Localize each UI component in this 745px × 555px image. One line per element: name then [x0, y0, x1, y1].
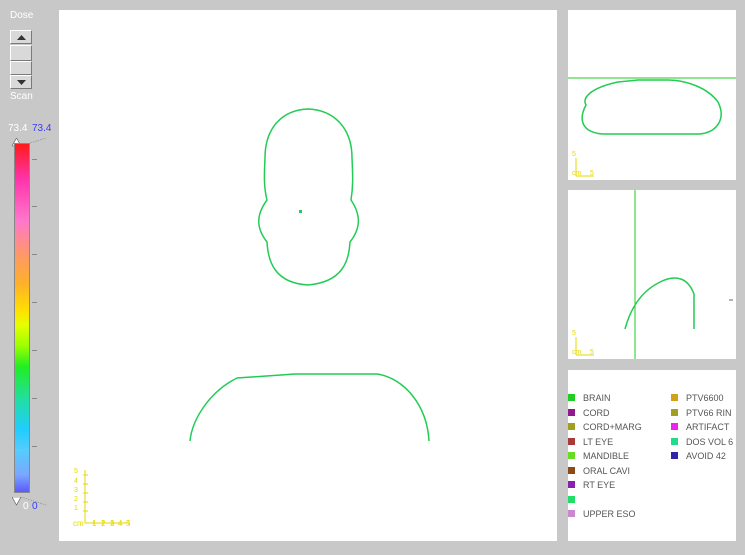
main-scalebar-x-2: 2: [101, 519, 106, 528]
legend-label: UPPER ESO: [583, 509, 636, 519]
axial-view[interactable]: 5 4 3 2 1 cm 1 2 3 4 5: [59, 10, 557, 541]
scroll-down-button[interactable]: [10, 75, 32, 89]
coronal-scalebar-x: 5: [590, 170, 594, 177]
coronal-contour: [581, 79, 722, 135]
legend-swatch: [671, 423, 678, 430]
scale-max-left: 73.4: [8, 123, 28, 134]
legend-swatch: [671, 408, 678, 416]
dose-colorbar: [14, 143, 30, 493]
legend-label: ORAL CAVI: [583, 465, 631, 476]
arrow-up-icon: [17, 35, 26, 40]
coronal-view[interactable]: 5 cm 5: [568, 10, 736, 180]
scan-label: Scan: [10, 91, 33, 102]
legend-label: MANDIBLE: [583, 451, 630, 461]
legend-label: BRAIN: [583, 393, 611, 403]
legend-swatch: [568, 466, 575, 474]
body-contour: [189, 373, 430, 442]
legend-swatch: [568, 495, 575, 503]
main-scalebar-y-3: 3: [74, 487, 78, 494]
main-scalebar-y-2: 2: [74, 496, 78, 503]
main-scalebar-x-4: 4: [118, 519, 123, 528]
brain-contour: [258, 108, 360, 286]
scroll-track-button[interactable]: [10, 45, 32, 61]
legend-label: RT EYE: [583, 480, 616, 490]
legend-swatch: [568, 481, 575, 488]
legend-label: PTV66 RIN: [686, 407, 732, 418]
main-scalebar-x-5: 5: [126, 519, 131, 528]
dose-label: Dose: [10, 10, 34, 21]
scale-max-right: 73.4: [32, 123, 52, 134]
scroll-track-button-lower[interactable]: [10, 61, 32, 75]
scale-min-left: 0: [23, 501, 29, 512]
sagittal-scalebar-y: 5: [572, 330, 576, 337]
coronal-scalebar-y: 5: [572, 151, 576, 158]
main-scalebar-x-1: 1: [92, 519, 97, 528]
legend-swatch: [568, 394, 575, 401]
scale-min-right: 0: [32, 501, 38, 512]
legend-label: AVOID 42: [686, 451, 726, 461]
sagittal-scalebar-x: 5: [590, 349, 594, 356]
scroll-up-button[interactable]: [10, 30, 32, 44]
structure-legend: BRAIN CORD CORD+MARG LT EYE MANDIBLE ORAL CAV…: [568, 370, 736, 541]
main-scalebar-x-3: 3: [110, 519, 115, 528]
legend-label: CORD+MARG: [583, 422, 642, 432]
legend-swatch: [568, 437, 575, 445]
sagittal-scalebar-unit: cm: [572, 349, 582, 356]
legend-swatch: [671, 394, 678, 401]
arrow-down-icon: [17, 80, 26, 85]
legend-label: PTV6600: [686, 393, 724, 403]
legend-swatch: [568, 423, 575, 430]
legend-label: DOS VOL 6: [686, 436, 734, 447]
center-marker: [299, 210, 302, 213]
legend-swatch: [568, 510, 575, 517]
legend-swatch: [671, 452, 678, 459]
main-scalebar-y-4: 4: [74, 478, 78, 485]
legend-swatch: [568, 452, 575, 459]
legend-swatch: [671, 437, 678, 445]
scale-max-handle[interactable]: [11, 134, 47, 147]
main-scalebar: [83, 470, 130, 525]
coronal-scalebar-unit: cm: [572, 170, 582, 177]
sagittal-view[interactable]: 5 cm 5: [568, 190, 736, 359]
legend-label: LT EYE: [583, 436, 614, 447]
legend-label: CORD: [583, 407, 610, 418]
main-scalebar-y-5: 5: [74, 468, 78, 475]
legend-label: ARTIFACT: [686, 422, 730, 432]
scale-min-handle[interactable]: [11, 493, 47, 506]
main-scalebar-unit: cm: [73, 519, 84, 528]
legend-swatch: [568, 408, 575, 416]
main-scalebar-y-1: 1: [74, 505, 78, 512]
